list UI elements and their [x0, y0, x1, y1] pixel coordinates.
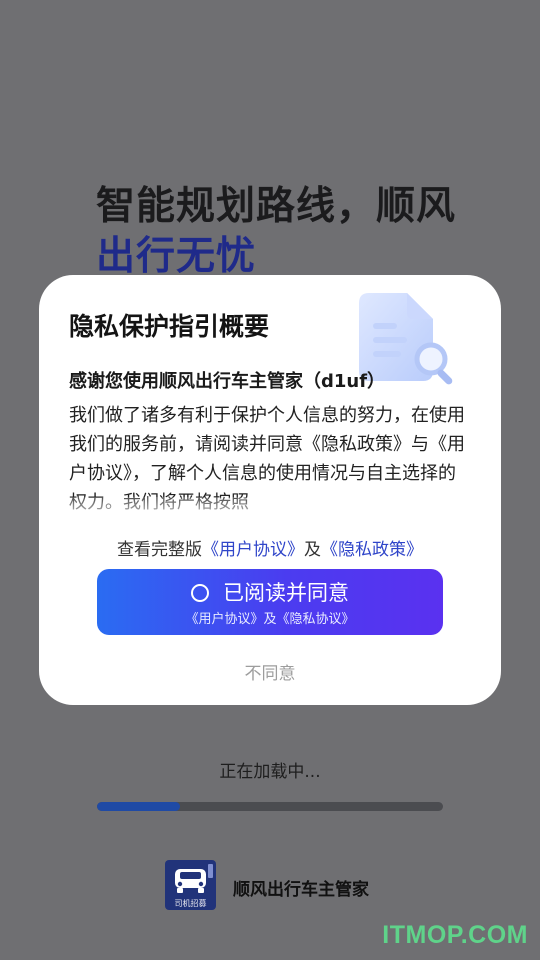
agree-sublabel: 《用户协议》及《隐私协议》 [185, 612, 355, 627]
links-and: 及 [304, 540, 321, 560]
logo-caption: 司机招募 [174, 899, 207, 908]
headline-line-1: 智能规划路线，顺风 [96, 184, 457, 229]
policy-links-row: 查看完整版《用户协议》及《隐私政策》 [39, 535, 501, 560]
brand-name: 顺风出行车主管家 [233, 880, 369, 900]
policy-text-scroll[interactable]: 我们做了诸多有利于保护个人信息的努力，在使用我们的服务前，请阅读并同意《隐私政策… [69, 401, 471, 525]
disagree-button[interactable]: 不同意 [39, 659, 501, 684]
loading-progress-bar [97, 802, 443, 811]
watermark: ITMOP.COM [382, 921, 528, 949]
loading-text: 正在加载中... [219, 762, 321, 782]
links-prefix: 查看完整版 [117, 540, 202, 560]
app-logo: 司机招募 [165, 860, 216, 910]
dialog-intro-title: 感谢您使用顺风出行车主管家（d1uf） [69, 371, 386, 392]
agree-main-row: 已阅读并同意 [97, 577, 443, 607]
agree-label: 已阅读并同意 [223, 581, 349, 605]
privacy-policy-link[interactable]: 《隐私政策》 [321, 540, 423, 560]
privacy-dialog: 隐私保护指引概要 感谢您使用顺风出行车主管家（d1uf） 我们做了诸多有利于保护… [39, 275, 501, 705]
policy-text: 我们做了诸多有利于保护个人信息的努力，在使用我们的服务前，请阅读并同意《隐私政策… [69, 405, 465, 513]
agree-button[interactable]: 已阅读并同意 《用户协议》及《隐私协议》 [97, 569, 443, 635]
user-agreement-link[interactable]: 《用户协议》 [202, 540, 304, 560]
splash-headline: 智能规划路线，顺风 出行无忧 [96, 182, 456, 282]
radio-unchecked-icon [191, 584, 209, 602]
dialog-title: 隐私保护指引概要 [69, 312, 270, 341]
loading-progress-fill [97, 802, 181, 811]
